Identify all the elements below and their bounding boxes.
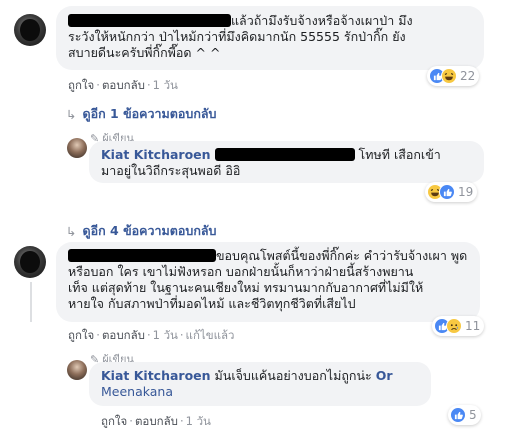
comment-2-timestamp[interactable]: 1 วัน — [153, 328, 178, 342]
comment-2-reaction-count: 11 — [465, 319, 481, 333]
comment-1-timestamp[interactable]: 1 วัน — [153, 78, 178, 92]
reply-1-bubble: Kiat Kitcharoen โทษที เสือกเข้า มาอยู่ใน… — [89, 141, 484, 183]
reply-2-line-1: Kiat Kitcharoen มันเจ็บแค้นอย่างบอกไม่ถู… — [101, 368, 393, 383]
comment-1-line-2: ระวังให้หนักกว่า ป่าไหม้กว่าที่มึงคิดมาก… — [68, 29, 406, 44]
mention-or-meenakana[interactable]: Or — [376, 368, 393, 383]
comment-2-line-2: หรือบอก ใคร เขาไม่ฟังหรอก บอกฝ่ายนั้นก็ห… — [68, 264, 414, 279]
reply-1-line-1: Kiat Kitcharoen โทษที เสือกเข้า — [101, 147, 441, 162]
thread-connector-line — [30, 282, 32, 322]
comment-2-like-link[interactable]: ถูกใจ — [68, 328, 94, 342]
comment-1-reaction-count: 22 — [460, 69, 476, 83]
view-more-replies-2[interactable]: ↳ ดูอีก 4 ข้อความตอบกลับ — [66, 221, 217, 241]
comment-2-bubble: ขอบคุณโพสต์นี้ของพี่กิ๊กค่ะ คำว่ารับจ้าง… — [56, 242, 480, 322]
reply-2-bubble: Kiat Kitcharoen มันเจ็บแค้นอย่างบอกไม่ถู… — [89, 362, 431, 406]
reply-2-like-link[interactable]: ถูกใจ — [101, 414, 127, 428]
haha-icon — [441, 68, 457, 84]
view-more-replies-1[interactable]: ↳ ดูอีก 1 ข้อความตอบกลับ — [66, 104, 217, 124]
reply-1-reactions[interactable]: 19 — [425, 182, 478, 202]
comment-2-line-4: หายใจ กับสภาพป่าที่มอดไหม้ และชีวิตทุกชี… — [68, 296, 356, 311]
reply-2-author-name[interactable]: Kiat Kitcharoen — [101, 368, 211, 383]
reply-2-line-2: Meenakana — [101, 384, 419, 400]
commenter-2-avatar[interactable] — [14, 246, 46, 278]
comment-2-actions: ถูกใจ · ตอบกลับ · 1 วัน · แก้ไขแล้ว — [68, 328, 235, 342]
reply-2-reply-link[interactable]: ตอบกลับ — [135, 414, 178, 428]
reply-2-reactions[interactable]: 5 — [448, 405, 481, 425]
comment-1-bubble: แล้วถ้ามึงรับจ้างหรือจ้างเผาป่า มึง ระวั… — [56, 6, 484, 70]
comment-1-like-link[interactable]: ถูกใจ — [68, 78, 94, 92]
comment-1-reply-link[interactable]: ตอบกลับ — [102, 78, 145, 92]
comment-1-line-3: สบายดีนะครับพี่กิ๊กพี๊อด ^ ^ — [68, 45, 221, 60]
reply-arrow-icon: ↳ — [66, 223, 77, 239]
reply-2-avatar[interactable] — [67, 360, 87, 380]
reply-2-actions: ถูกใจ · ตอบกลับ · 1 วัน — [101, 414, 211, 428]
reply-1-avatar[interactable] — [67, 138, 87, 158]
redacted-mention — [214, 148, 355, 161]
redacted-commenter-name — [68, 249, 216, 262]
like-icon — [450, 407, 466, 423]
reply-1-reaction-count: 19 — [458, 185, 474, 199]
redacted-commenter-name — [68, 14, 231, 27]
comment-2-reply-link[interactable]: ตอบกลับ — [102, 328, 145, 342]
reply-2-timestamp[interactable]: 1 วัน — [186, 414, 211, 428]
reply-1-line-2: มาอยู่ในวิถีกระสุนพอดี อิอิ — [101, 163, 241, 178]
like-icon — [439, 184, 455, 200]
comment-1-line-1: แล้วถ้ามึงรับจ้างหรือจ้างเผาป่า มึง — [68, 13, 472, 29]
reply-arrow-icon: ↳ — [66, 106, 77, 122]
comment-1-actions: ถูกใจ · ตอบกลับ · 1 วัน — [68, 78, 178, 92]
reply-2-reaction-count: 5 — [469, 408, 477, 422]
comment-2-line-1: ขอบคุณโพสต์นี้ของพี่กิ๊กค่ะ คำว่ารับจ้าง… — [68, 248, 468, 264]
comment-1-reactions[interactable]: 22 — [427, 66, 480, 86]
sad-icon — [446, 318, 462, 334]
comment-2-reactions[interactable]: 11 — [432, 316, 485, 336]
reply-1-author-name[interactable]: Kiat Kitcharoen — [101, 147, 211, 162]
mention-or-meenakana-cont[interactable]: Meenakana — [101, 384, 173, 399]
comment-2-edited-label[interactable]: แก้ไขแล้ว — [186, 328, 235, 342]
comment-2-line-3: เท็จ แต่สุดท้าย ในฐานะคนเชียงใหม่ ทรมานม… — [68, 280, 424, 295]
commenter-1-avatar[interactable] — [14, 14, 46, 46]
